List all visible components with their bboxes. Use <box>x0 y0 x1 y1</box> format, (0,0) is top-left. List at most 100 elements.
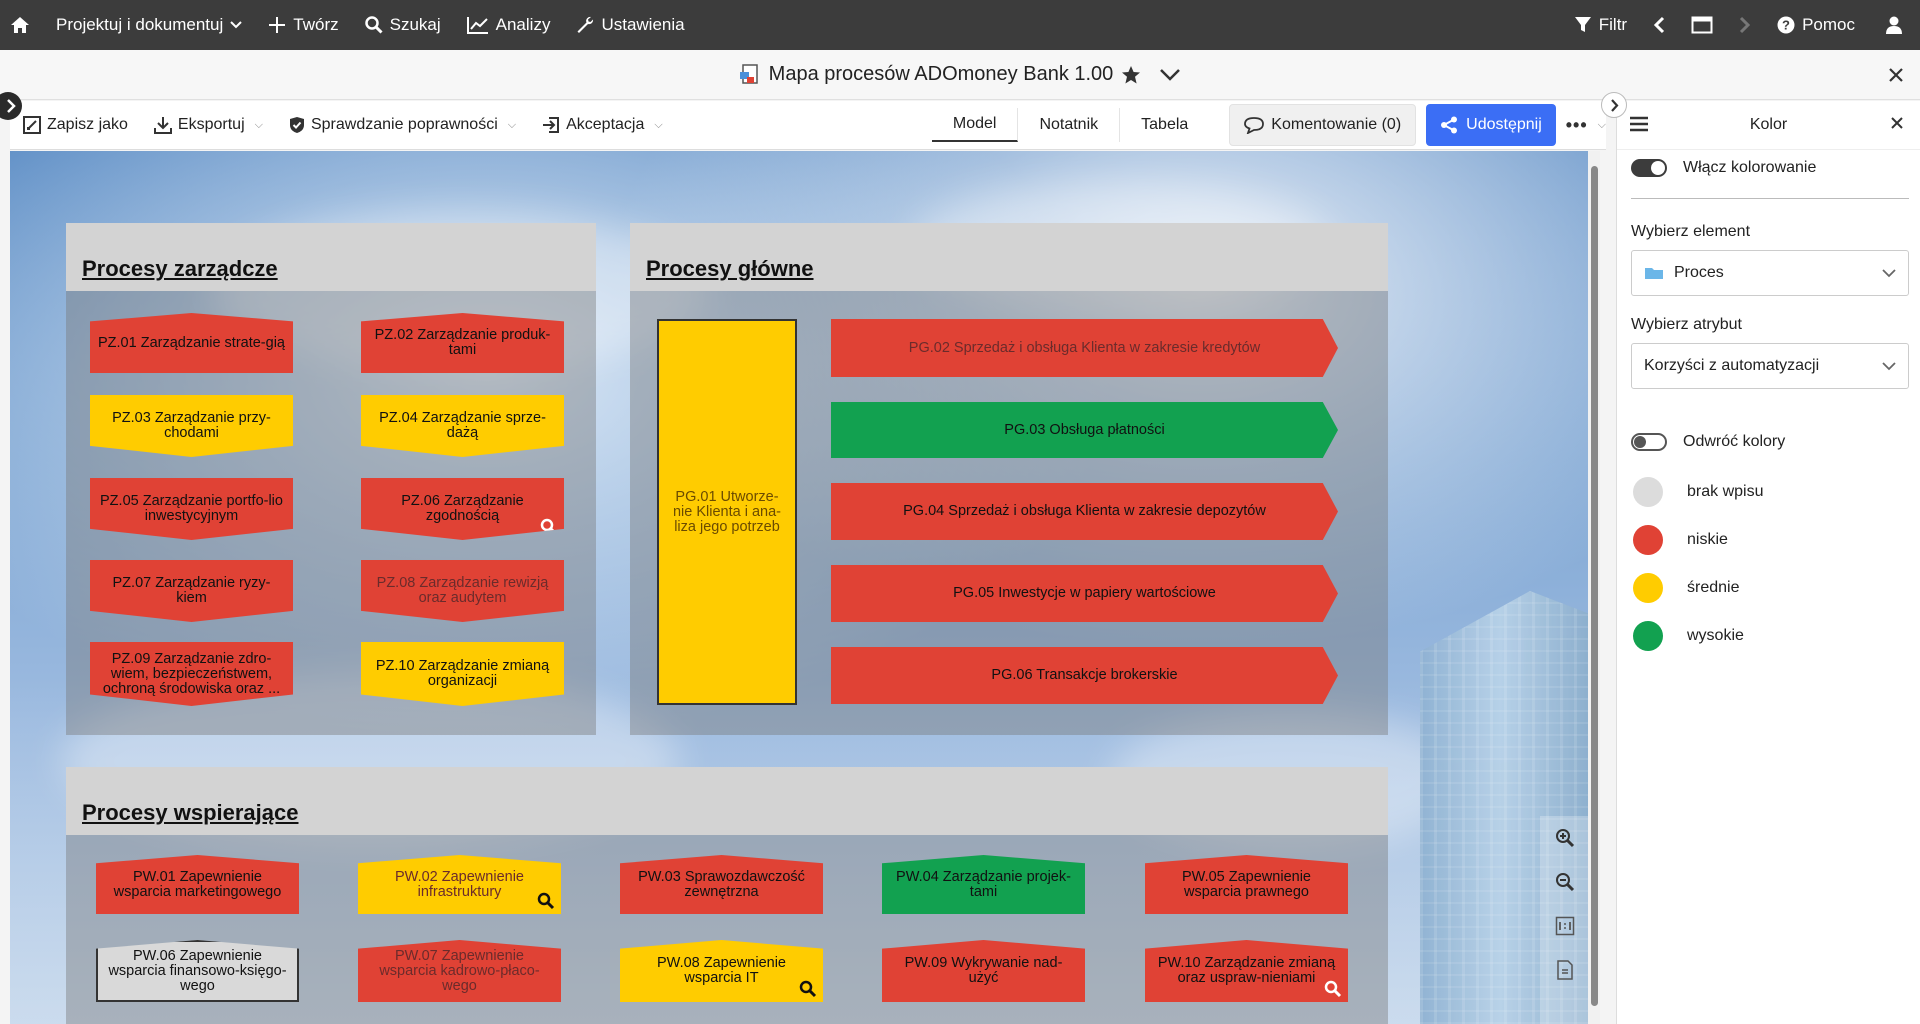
process-pz02[interactable]: PZ.02 Zarządzanie produk-tami <box>361 313 564 373</box>
canvas-vertical-scrollbar[interactable] <box>1588 151 1600 1024</box>
process-pz08[interactable]: PZ.08 Zarządzanie rewizją oraz audytem <box>361 560 564 622</box>
nav-search[interactable]: Szukaj <box>352 0 454 50</box>
nav-analyses[interactable]: Analizy <box>454 0 564 50</box>
tab-model[interactable]: Model <box>931 108 1019 142</box>
invert-colors-row[interactable]: Odwróć kolory <box>1631 433 1785 451</box>
star-icon[interactable] <box>1121 65 1141 85</box>
search-icon <box>364 16 383 34</box>
fit-page-icon[interactable] <box>1555 960 1575 980</box>
validation-button[interactable]: Sprawdzanie poprawności ⌵ <box>276 101 529 150</box>
tab-table[interactable]: Tabela <box>1120 108 1209 142</box>
process-pz01[interactable]: PZ.01 Zarządzanie strate-gią <box>90 313 293 373</box>
share-button[interactable]: Udostępnij <box>1426 104 1556 146</box>
process-pz10[interactable]: PZ.10 Zarządzanie zmianą organizacji <box>361 642 564 706</box>
process-pw09[interactable]: PW.09 Wykrywanie nad-użyć <box>882 940 1085 1002</box>
comment-label: Komentowanie (0) <box>1271 116 1402 133</box>
process-pz06[interactable]: PZ.06 Zarządzanie zgodnością <box>361 478 564 540</box>
process-pg03[interactable]: PG.03 Obsługa płatności <box>831 402 1338 458</box>
process-pw10[interactable]: PW.10 Zarządzanie zmianą oraz usprаw-nie… <box>1145 940 1348 1002</box>
process-pg06[interactable]: PG.06 Transakcje brokerskie <box>831 647 1338 704</box>
process-label: PW.07 Zapewnienie wsparcia kadrowo-płaco… <box>379 947 540 994</box>
legend-item-medium: średnie <box>1633 573 1739 603</box>
process-pz04[interactable]: PZ.04 Zarządzanie sprze-dażą <box>361 395 564 457</box>
filter-label: Filtr <box>1598 15 1628 34</box>
more-options-button[interactable]: ••• ⌵ <box>1566 115 1606 136</box>
process-label: PW.04 Zarządzanie projek-tami <box>896 868 1071 900</box>
filter-button[interactable]: Filtr <box>1561 0 1640 50</box>
close-icon <box>1889 68 1903 82</box>
model-canvas[interactable]: Procesy zarządcze PZ.01 Zarządzanie stra… <box>10 151 1598 1024</box>
save-as-button[interactable]: Zapisz jako <box>10 101 141 150</box>
process-label: PW.05 Zapewnienie wsparcia prawnego <box>1182 868 1311 900</box>
invert-colors-toggle[interactable] <box>1631 433 1667 451</box>
tab-notebook-label: Notatnik <box>1039 116 1099 133</box>
help-label: Pomoc <box>1802 15 1855 34</box>
zoom-out-icon[interactable] <box>1555 872 1575 892</box>
close-model-button[interactable] <box>1888 63 1904 89</box>
process-pw01[interactable]: PW.01 Zapewnienie wsparcia marketingoweg… <box>96 855 299 914</box>
share-label: Udostępnij <box>1466 116 1542 133</box>
process-pw08[interactable]: PW.08 Zapewnienie wsparcia IT <box>620 940 823 1002</box>
window-icon <box>1691 16 1713 34</box>
select-element-dropdown[interactable]: Proces <box>1631 250 1909 296</box>
process-label: PZ.01 Zarządzanie strate-gią <box>98 334 285 351</box>
legend-dot <box>1633 573 1663 603</box>
legend-item-low: niskie <box>1633 525 1728 555</box>
legend-dot <box>1633 621 1663 651</box>
enable-coloring-toggle-switch[interactable] <box>1631 159 1667 177</box>
process-label: PG.06 Transakcje brokerskie <box>991 667 1178 683</box>
process-pw04[interactable]: PW.04 Zarządzanie projek-tami <box>882 855 1085 914</box>
process-pz03[interactable]: PZ.03 Zarządzanie przy-chodami <box>90 395 293 457</box>
process-pz07[interactable]: PZ.07 Zarządzanie ryzy-kiem <box>90 560 293 622</box>
process-pg02[interactable]: PG.02 Sprzedaż i obsługa Klienta w zakre… <box>831 319 1338 377</box>
download-icon <box>153 117 172 134</box>
process-label: PW.03 Sprawozdawczość zewnętrzna <box>638 868 805 900</box>
nav-settings[interactable]: Ustawienia <box>563 0 697 50</box>
process-pw02[interactable]: PW.02 Zapewnienie infrastruktury <box>358 855 561 914</box>
home-button[interactable] <box>0 0 43 50</box>
back-button[interactable] <box>1640 0 1678 50</box>
color-panel-header: Kolor <box>1617 101 1920 150</box>
magnifier-icon[interactable] <box>1324 980 1342 998</box>
window-button[interactable] <box>1678 0 1726 50</box>
process-pw06[interactable]: PW.06 Zapewnienie wsparcia finansowo-ksi… <box>96 940 299 1002</box>
actual-size-icon[interactable] <box>1555 916 1575 936</box>
right-panel-toggle[interactable] <box>1601 92 1627 118</box>
help-button[interactable]: ? Pomoc <box>1764 0 1868 50</box>
process-pg04[interactable]: PG.04 Sprzedaż i obsługa Klienta w zakre… <box>831 483 1338 540</box>
enable-coloring-row-final[interactable]: Włącz kolorowanie <box>1631 149 1816 177</box>
more-icon: ••• <box>1565 114 1588 135</box>
close-panel-button[interactable] <box>1890 113 1904 136</box>
forward-button[interactable] <box>1726 0 1764 50</box>
process-pg01[interactable]: PG.01 Utworze-nie Klienta i ana-liza jeg… <box>657 319 797 705</box>
process-pw07[interactable]: PW.07 Zapewnienie wsparcia kadrowo-płaco… <box>358 940 561 1002</box>
scrollbar-thumb[interactable] <box>1591 166 1598 1006</box>
process-pw03[interactable]: PW.03 Sprawozdawczość zewnętrzna <box>620 855 823 914</box>
process-label: PW.01 Zapewnienie wsparcia marketingoweg… <box>113 868 282 900</box>
process-pg05[interactable]: PG.05 Inwestycje w papiery wartościowe <box>831 565 1338 622</box>
chevron-down-icon[interactable] <box>1159 68 1181 82</box>
nav-create[interactable]: Twórz <box>255 0 351 50</box>
user-button[interactable] <box>1868 0 1920 50</box>
comment-button[interactable]: Komentowanie (0) <box>1229 104 1417 146</box>
magnifier-icon[interactable] <box>799 980 817 998</box>
color-panel-title: Kolor <box>1749 116 1788 133</box>
magnifier-icon[interactable] <box>537 892 555 910</box>
select-attribute-dropdown[interactable]: Korzyści z automatyzacji <box>1631 343 1909 389</box>
export-button[interactable]: Eksportuj ⌵ <box>141 101 276 150</box>
nav-design-document[interactable]: Projektuj i dokumentuj <box>43 0 255 50</box>
acceptance-button[interactable]: Akceptacja ⌵ <box>529 101 676 150</box>
nav-settings-label: Ustawienia <box>601 15 685 34</box>
tab-model-label: Model <box>952 115 997 132</box>
divider <box>1631 198 1909 199</box>
process-label: PW.09 Wykrywanie nad-użyć <box>904 955 1063 986</box>
model-title-bar: Mapa procesów ADOmoney Bank 1.00 <box>0 50 1920 100</box>
hamburger-menu-icon[interactable] <box>1629 116 1649 132</box>
enable-coloring-label: Włącz kolorowanie <box>1683 159 1817 176</box>
tab-notebook[interactable]: Notatnik <box>1018 108 1121 142</box>
process-pz05[interactable]: PZ.05 Zarządzanie portfo-lio inwestycyjn… <box>90 478 293 540</box>
process-pz09[interactable]: PZ.09 Zarządzanie zdro-wiem, bezpieczeńs… <box>90 642 293 706</box>
model-title: Mapa procesów ADOmoney Bank 1.00 <box>768 63 1114 85</box>
zoom-in-icon[interactable] <box>1555 828 1575 848</box>
process-pw05[interactable]: PW.05 Zapewnienie wsparcia prawnego <box>1145 855 1348 914</box>
